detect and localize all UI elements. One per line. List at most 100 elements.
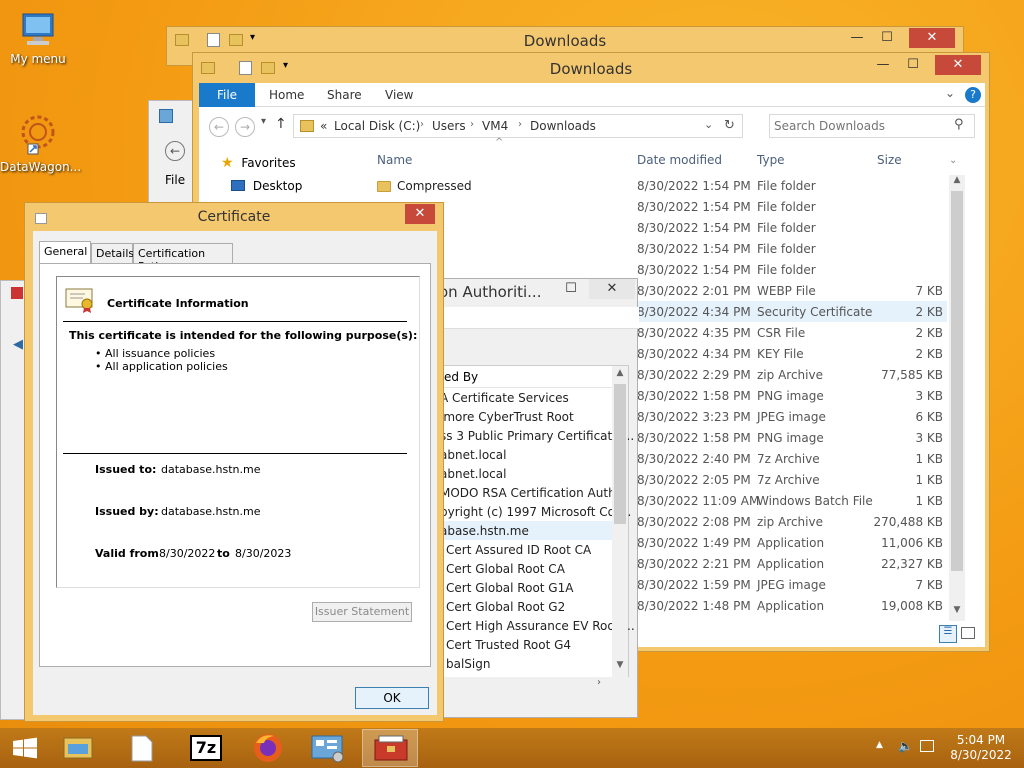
close-button[interactable]: ✕ — [405, 204, 435, 224]
taskbar-certificate-manager[interactable] — [362, 729, 418, 767]
column-header-issued-by[interactable]: ed By — [440, 366, 612, 388]
cell-date-modified: 8/30/2022 2:08 PM — [637, 515, 751, 529]
scroll-up-icon[interactable]: ▲ — [612, 368, 628, 378]
scroll-up-icon[interactable]: ▲ — [949, 175, 965, 189]
file-menu[interactable]: File — [165, 173, 185, 187]
column-size[interactable]: Size — [877, 153, 902, 167]
tab-share[interactable]: Share — [327, 88, 362, 102]
purpose-heading: This certificate is intended for the fol… — [69, 329, 418, 342]
breadcrumb-vm4[interactable]: VM4 — [482, 119, 508, 133]
desktop-icon-datawagon[interactable]: DataWagon... — [0, 110, 81, 174]
ribbon-expand-icon[interactable]: ⌄ — [945, 86, 955, 100]
search-box[interactable]: ⚲ — [769, 114, 975, 138]
back-button[interactable]: ← — [209, 117, 229, 137]
address-bar[interactable]: « Local Disk (C:) › Users › VM4 › Downlo… — [293, 114, 743, 138]
show-hidden-icons[interactable]: ▲ — [876, 740, 883, 750]
firefox-icon — [254, 734, 282, 762]
table-row[interactable]: s8/30/2022 1:54 PMFile folder — [369, 238, 947, 259]
minimize-button[interactable]: — — [869, 55, 897, 75]
scroll-thumb[interactable] — [614, 384, 626, 524]
cert-store-window[interactable]: on Authoriti... ☐ ✕ ed By A Certificate … — [438, 278, 639, 718]
list-item[interactable]: MODO RSA Certification Auth... — [440, 483, 627, 502]
table-row[interactable]: Compressed 8/30/2022 1:54 PM File folder — [369, 175, 947, 196]
breadcrumb-local-disk[interactable]: Local Disk (C:) — [334, 119, 420, 133]
address-dropdown-icon[interactable]: ⌄ — [704, 118, 713, 131]
tab-home[interactable]: Home — [269, 88, 304, 102]
table-row[interactable]: nts8/30/2022 1:54 PMFile folder — [369, 196, 947, 217]
breadcrumb-users[interactable]: Users — [432, 119, 466, 133]
large-icons-view-icon[interactable] — [961, 627, 975, 639]
scroll-down-icon[interactable]: ▼ — [949, 605, 965, 619]
tab-certification-path[interactable]: Certification Path — [133, 243, 233, 273]
taskbar-control-panel[interactable] — [300, 729, 356, 767]
breadcrumb-separator-icon: › — [470, 119, 474, 130]
help-icon[interactable]: ? — [965, 87, 981, 103]
maximize-button[interactable]: ☐ — [557, 279, 585, 299]
taskbar-notepad[interactable] — [114, 729, 170, 767]
maximize-button[interactable]: ☐ — [899, 55, 927, 75]
column-name[interactable]: Name — [377, 153, 412, 167]
table-row[interactable]: 8/30/2022 1:54 PM File folder — [369, 217, 947, 238]
breadcrumb-downloads[interactable]: Downloads — [530, 119, 596, 133]
horizontal-scrollbar[interactable]: › — [439, 677, 629, 693]
list-item[interactable]: abase.hstn.me — [440, 521, 612, 540]
maximize-button[interactable]: ☐ — [873, 28, 901, 48]
close-button[interactable]: ✕ — [909, 28, 955, 48]
forward-button[interactable]: → — [235, 117, 255, 137]
vertical-scrollbar[interactable]: ▲ ▼ — [612, 366, 628, 686]
scroll-down-icon[interactable]: ▼ — [612, 660, 628, 670]
list-item[interactable]: Cert Global Root G1A — [440, 578, 612, 597]
list-item[interactable]: balSign — [440, 654, 612, 673]
list-item[interactable]: Cert Trusted Root G4 — [440, 635, 612, 654]
ok-button[interactable]: OK — [355, 687, 429, 709]
navigation-bar: ← → ▾ ↑ « Local Disk (C:) › Users › VM4 … — [199, 108, 985, 144]
table-row[interactable]: 8/30/2022 1:54 PM File folder — [369, 259, 947, 280]
list-item[interactable]: Cert Assured ID Root CA — [440, 540, 612, 559]
speaker-muted-icon[interactable]: 🔈 — [898, 739, 913, 753]
start-button[interactable] — [0, 729, 50, 767]
recent-locations-icon[interactable]: ▾ — [261, 116, 266, 127]
list-item[interactable]: Cert Global Root G2 — [440, 597, 612, 616]
chevron-down-icon[interactable]: ⌄ — [949, 155, 957, 166]
cell-type: PNG image — [757, 431, 824, 445]
tab-file[interactable]: File — [199, 83, 255, 107]
up-arrow-icon[interactable]: ↑ — [275, 116, 287, 132]
network-icon[interactable] — [920, 740, 934, 752]
desktop-icon-my-menu[interactable]: My menu — [0, 10, 76, 66]
column-type[interactable]: Type — [757, 153, 785, 167]
nav-favorites[interactable]: ★ Favorites — [221, 155, 296, 171]
tab-view[interactable]: View — [385, 88, 413, 102]
list-item[interactable]: A Certificate Services — [440, 388, 612, 407]
list-item[interactable]: imore CyberTrust Root — [440, 407, 612, 426]
scroll-thumb[interactable] — [951, 191, 963, 571]
list-item[interactable]: abnet.local — [440, 464, 612, 483]
scroll-right-icon[interactable]: › — [597, 677, 601, 688]
list-item[interactable]: Cert Global Root CA — [440, 559, 612, 578]
close-button[interactable]: ✕ — [935, 55, 981, 75]
vertical-scrollbar[interactable]: ▲ ▼ — [949, 175, 965, 621]
taskbar-file-explorer[interactable] — [50, 729, 106, 767]
taskbar-firefox[interactable] — [240, 729, 296, 767]
list-item[interactable]: Cert High Assurance EV Root ... — [440, 616, 635, 635]
breadcrumb-overflow[interactable]: « — [320, 119, 327, 133]
column-date-modified[interactable]: Date modified — [637, 153, 722, 167]
list-item[interactable]: ss 3 Public Primary Certificatio... — [440, 426, 634, 445]
computer-icon — [17, 10, 59, 50]
taskbar-7zip[interactable]: 7z — [178, 729, 234, 767]
list-item[interactable]: pyright (c) 1997 Microsoft Corp. — [440, 502, 631, 521]
list-item[interactable]: abnet.local — [440, 445, 612, 464]
minimize-button[interactable]: — — [843, 28, 871, 48]
issuer-statement-button[interactable]: Issuer Statement — [312, 602, 412, 622]
clock[interactable]: 5:04 PM 8/30/2022 — [944, 733, 1018, 763]
back-arrow-icon[interactable]: ← — [165, 141, 185, 161]
ribbon-tabs: File Home Share View ⌄ ? — [199, 83, 985, 107]
tab-general[interactable]: General — [39, 241, 91, 263]
certificate-dialog[interactable]: Certificate ✕ General Details Certificat… — [24, 202, 444, 722]
nav-desktop[interactable]: Desktop — [231, 179, 302, 193]
details-view-icon[interactable]: ☰ — [939, 625, 957, 643]
tab-details[interactable]: Details — [91, 243, 134, 263]
cell-size: 2 KB — [915, 347, 943, 361]
close-button[interactable]: ✕ — [589, 279, 635, 299]
refresh-icon[interactable]: ↻ — [724, 118, 735, 133]
search-input[interactable] — [774, 118, 944, 134]
